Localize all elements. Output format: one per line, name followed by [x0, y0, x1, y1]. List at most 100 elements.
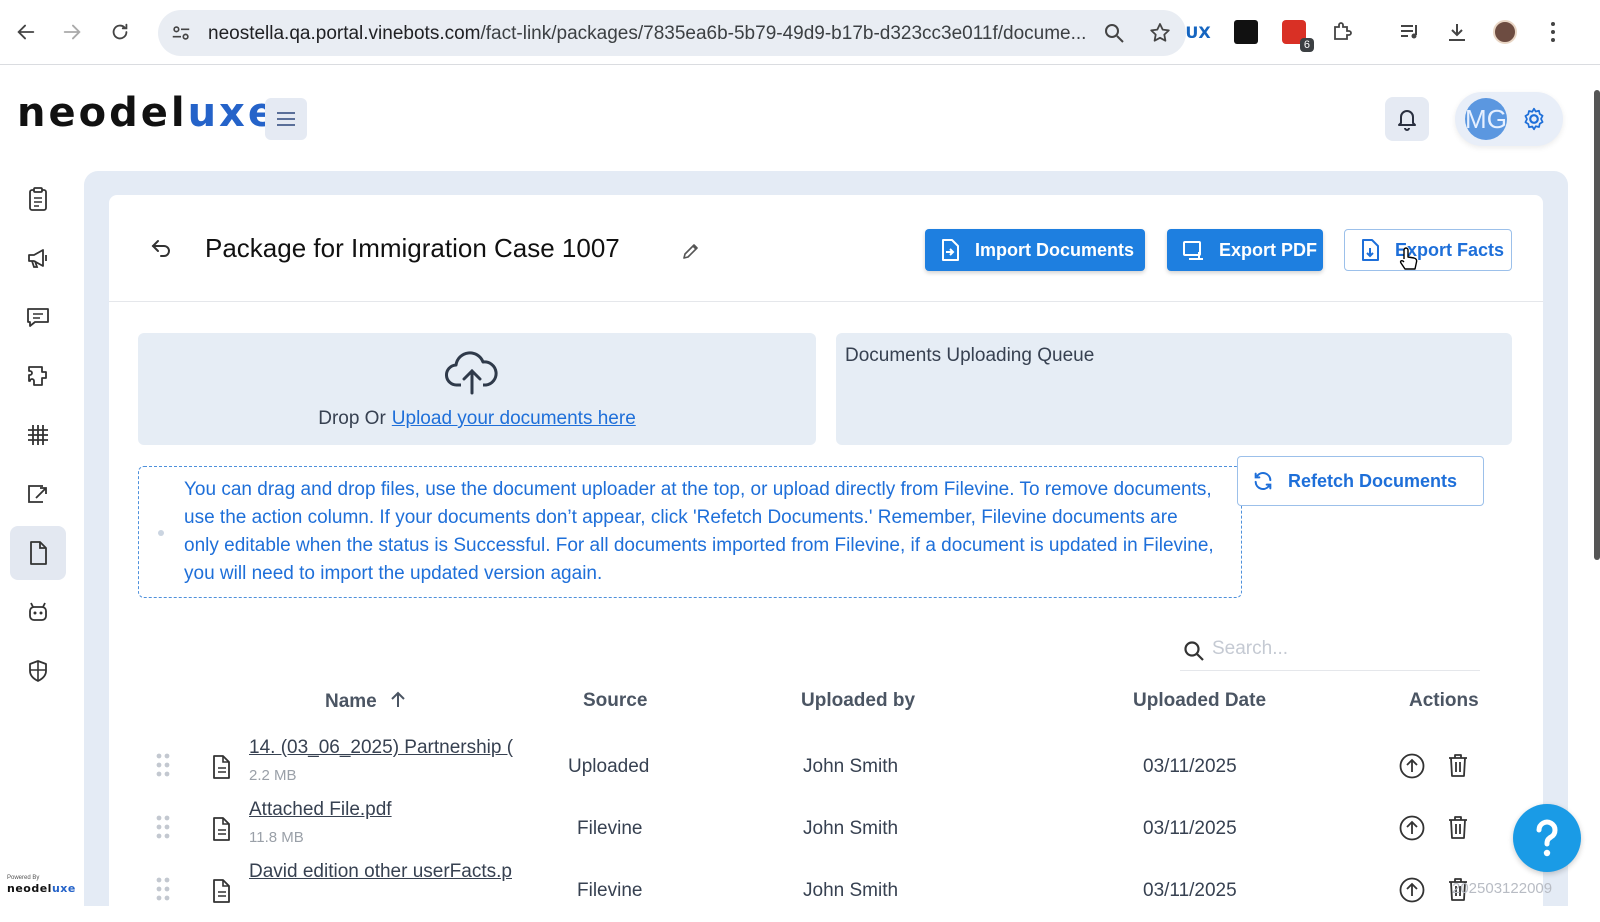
- source-cell: Uploaded: [568, 756, 650, 777]
- column-header-uploaded-by[interactable]: Uploaded by: [801, 690, 915, 712]
- column-header-uploaded-date[interactable]: Uploaded Date: [1133, 690, 1266, 712]
- dark-extension-icon[interactable]: [1231, 17, 1261, 47]
- search-input[interactable]: [1212, 635, 1472, 663]
- drop-label: Drop Or: [318, 408, 386, 429]
- table-row: Attached File.pdf 11.8 MB Filevine John …: [109, 798, 1543, 860]
- chat-icon: [27, 308, 49, 327]
- file-size: 11.8 MB: [249, 829, 304, 846]
- media-control-icon[interactable]: [1395, 17, 1425, 47]
- red-extension-icon[interactable]: 6: [1279, 17, 1314, 52]
- back-arrow-icon[interactable]: [12, 18, 40, 46]
- upload-dropzone[interactable]: Drop Or Upload your documents here: [138, 333, 816, 445]
- refresh-icon: [1252, 470, 1274, 492]
- page-title: Package for Immigration Case 1007: [205, 233, 620, 263]
- return-arrow-icon[interactable]: [149, 236, 173, 263]
- table-row: 14. (03_06_2025) Partnership ( 2.2 MB Up…: [109, 736, 1543, 798]
- browser-menu-icon[interactable]: [1538, 17, 1568, 47]
- upload-circle-icon[interactable]: [1398, 752, 1426, 785]
- export-facts-button[interactable]: Export Facts: [1344, 229, 1512, 271]
- hand-cursor-icon: [1398, 247, 1418, 278]
- notifications-button[interactable]: [1385, 97, 1429, 141]
- file-size: 2.2 MB: [249, 767, 297, 784]
- uploaded-by-cell: John Smith: [803, 756, 899, 777]
- sidebar-item-puzzle[interactable]: [10, 349, 66, 403]
- source-cell: Filevine: [577, 818, 643, 839]
- extensions-puzzle-icon[interactable]: [1327, 17, 1357, 47]
- grid-icon: [28, 425, 48, 445]
- download-icon[interactable]: [1442, 17, 1472, 47]
- column-header-name[interactable]: Name: [325, 690, 408, 713]
- url-text[interactable]: neostella.qa.portal.vinebots.com/fact-li…: [208, 23, 1088, 45]
- build-watermark: 202503122009: [1452, 880, 1553, 897]
- powered-by-logo: neodeluxe: [7, 882, 76, 895]
- gear-icon[interactable]: [1521, 106, 1547, 137]
- search-icon: [1182, 639, 1206, 668]
- sidebar-item-shield[interactable]: [10, 644, 66, 698]
- file-icon: [210, 816, 232, 847]
- ux-extension-icon[interactable]: UX: [1183, 17, 1213, 47]
- profile-avatar[interactable]: [1490, 17, 1520, 47]
- info-text: You can drag and drop files, use the doc…: [184, 479, 1214, 584]
- file-name-link[interactable]: 14. (03_06_2025) Partnership (: [249, 737, 535, 759]
- page-scrollbar[interactable]: [1594, 66, 1600, 566]
- file-download-icon: [1359, 238, 1381, 262]
- file-icon: [210, 754, 232, 785]
- address-bar[interactable]: neostella.qa.portal.vinebots.com/fact-li…: [158, 10, 1186, 56]
- column-header-source[interactable]: Source: [583, 690, 647, 712]
- sidebar-item-megaphone[interactable]: [10, 231, 66, 285]
- table-row: David edition other userFacts.p Filevine…: [109, 860, 1543, 922]
- drag-handle-icon[interactable]: [155, 752, 171, 783]
- robot-icon: [29, 602, 47, 621]
- pencil-edit-icon[interactable]: [681, 241, 701, 266]
- zoom-icon[interactable]: [1102, 21, 1126, 50]
- sidebar-item-documents[interactable]: [10, 526, 66, 580]
- help-button[interactable]: [1513, 804, 1581, 872]
- sidebar-item-grid[interactable]: [10, 408, 66, 462]
- cloud-upload-icon: [444, 349, 500, 400]
- info-notice: You can drag and drop files, use the doc…: [138, 466, 1242, 598]
- bell-icon: [1398, 110, 1416, 131]
- question-mark-icon: [1536, 819, 1558, 857]
- upload-documents-link[interactable]: Upload your documents here: [392, 408, 636, 429]
- column-header-actions: Actions: [1409, 690, 1479, 711]
- uploaded-by-cell: John Smith: [803, 880, 899, 901]
- user-avatar[interactable]: MG: [1465, 98, 1507, 140]
- reload-icon[interactable]: [106, 18, 134, 46]
- monitor-download-icon: [1181, 238, 1205, 262]
- sidebar-item-robot[interactable]: [10, 585, 66, 639]
- app-logo: neodeluxeTM: [17, 90, 291, 136]
- sidebar-item-export[interactable]: [10, 467, 66, 521]
- megaphone-icon: [28, 249, 47, 268]
- upload-circle-icon[interactable]: [1398, 876, 1426, 909]
- sidebar-item-chat[interactable]: [10, 290, 66, 344]
- drag-handle-icon[interactable]: [155, 876, 171, 907]
- export-pdf-button[interactable]: Export PDF: [1167, 229, 1323, 271]
- bookmark-star-icon[interactable]: [1148, 21, 1172, 50]
- import-documents-button[interactable]: Import Documents: [925, 229, 1145, 271]
- uploaded-date-cell: 03/11/2025: [1143, 880, 1237, 901]
- info-bullet: [158, 530, 164, 536]
- user-menu[interactable]: MG: [1455, 92, 1563, 146]
- puzzle-icon: [28, 366, 47, 386]
- upload-circle-icon[interactable]: [1398, 814, 1426, 847]
- file-icon: [210, 878, 232, 909]
- refetch-documents-button[interactable]: Refetch Documents: [1237, 456, 1484, 506]
- export-icon: [28, 485, 47, 503]
- upload-queue-title: Documents Uploading Queue: [845, 345, 1095, 366]
- site-settings-icon[interactable]: [170, 22, 192, 49]
- upload-queue-panel: Documents Uploading Queue: [836, 333, 1512, 445]
- file-name-link[interactable]: David edition other userFacts.p: [249, 861, 535, 883]
- sidebar-item-clipboard[interactable]: [10, 172, 66, 226]
- clipboard-icon: [29, 187, 47, 211]
- search-box: [1180, 627, 1480, 671]
- shield-icon: [29, 660, 47, 682]
- file-name-link[interactable]: Attached File.pdf: [249, 799, 535, 821]
- trash-icon[interactable]: [1445, 751, 1471, 784]
- source-cell: Filevine: [577, 880, 643, 901]
- trash-icon[interactable]: [1445, 813, 1471, 846]
- hamburger-menu-button[interactable]: [265, 98, 307, 140]
- browser-toolbar: neostella.qa.portal.vinebots.com/fact-li…: [0, 0, 1600, 65]
- drag-handle-icon[interactable]: [155, 814, 171, 845]
- forward-arrow-icon[interactable]: [58, 18, 86, 46]
- uploaded-by-cell: John Smith: [803, 818, 899, 839]
